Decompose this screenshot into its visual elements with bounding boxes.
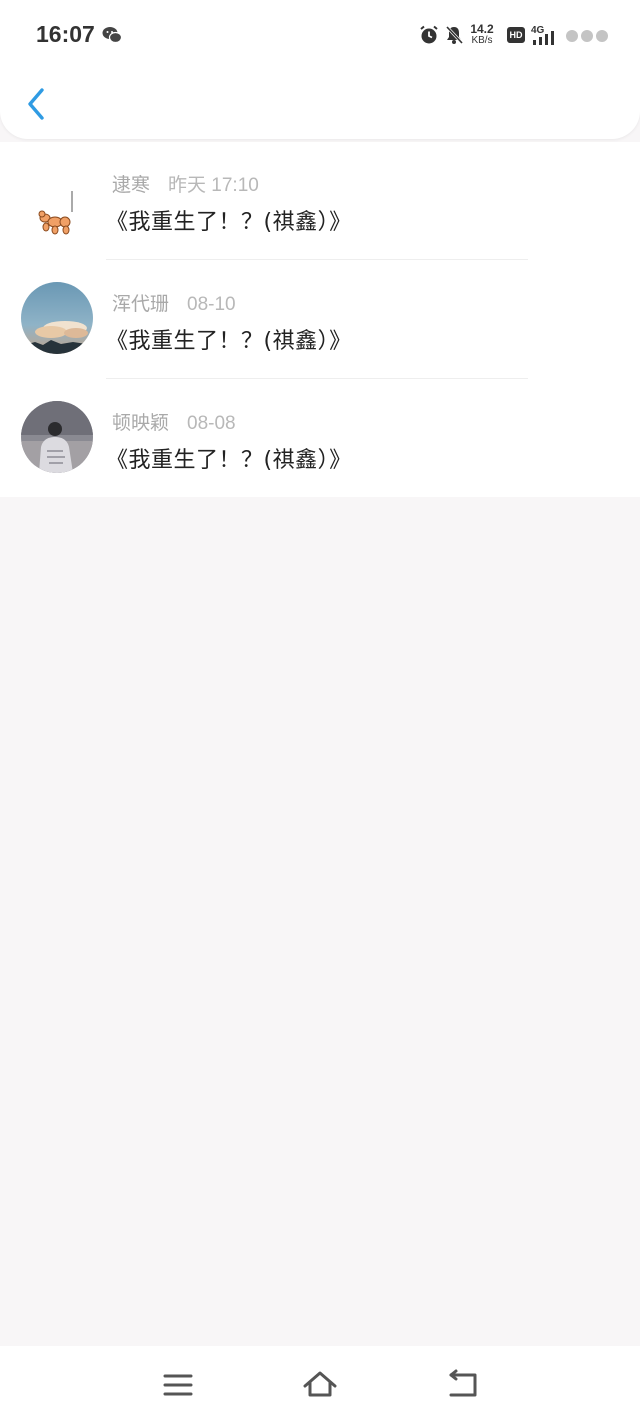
net-speed: 14.2 KB/s: [467, 23, 497, 47]
avatar[interactable]: [21, 282, 93, 354]
item-date: 昨天 17:10: [168, 175, 259, 196]
menu-icon: [163, 1374, 193, 1396]
wechat-icon: [102, 27, 122, 44]
status-time: 16:07: [36, 21, 95, 47]
list-item[interactable]: 浑代珊 08-10 《我重生了！？(祺鑫）》: [0, 261, 640, 380]
chevron-left-icon: [28, 88, 44, 120]
item-meta: 顿映颖 08-08: [112, 408, 236, 435]
balloon-dog-avatar: [21, 164, 93, 236]
list-item[interactable]: 顿映颖 08-08 《我重生了！？(祺鑫）》: [0, 380, 640, 499]
item-date: 08-08: [187, 413, 236, 434]
item-date: 08-10: [187, 294, 236, 315]
alarm-icon: [420, 25, 438, 44]
item-title[interactable]: 《我重生了！？(祺鑫）》: [106, 323, 352, 355]
bell-off-icon: [445, 25, 464, 45]
author-name[interactable]: 浑代珊: [112, 293, 169, 315]
comment-list: 逮寒 昨天 17:10 《我重生了！？(祺鑫）》 浑代珊 08-10 《我重生了…: [0, 142, 640, 497]
item-meta: 浑代珊 08-10: [112, 289, 236, 316]
home-icon: [303, 1371, 337, 1397]
person-back-avatar: [21, 401, 93, 473]
signal-4g-icon: 4G: [531, 25, 554, 45]
back-icon: [449, 1369, 477, 1397]
author-name[interactable]: 逮寒: [112, 174, 150, 196]
divider: [106, 259, 528, 260]
list-item[interactable]: 逮寒 昨天 17:10 《我重生了！？(祺鑫）》: [0, 142, 640, 261]
network-label: 4G: [531, 25, 545, 36]
avatar[interactable]: [21, 401, 93, 473]
item-title[interactable]: 《我重生了！？(祺鑫）》: [106, 442, 352, 474]
net-speed-unit: KB/s: [471, 35, 493, 46]
back-button[interactable]: [18, 84, 54, 124]
net-speed-value: 14.2: [470, 22, 494, 36]
divider: [106, 378, 528, 379]
header: 16:07 14.2 KB/s HD 4G: [0, 0, 640, 139]
battery-icon: [566, 30, 608, 42]
avatar[interactable]: [21, 164, 93, 236]
menu-button[interactable]: [158, 1368, 198, 1402]
system-nav-bar: [0, 1346, 640, 1422]
sky-clouds-avatar: [21, 282, 93, 354]
hd-icon: HD: [507, 27, 525, 43]
item-title[interactable]: 《我重生了！？(祺鑫）》: [106, 204, 352, 236]
author-name[interactable]: 顿映颖: [112, 412, 169, 434]
back-nav-button[interactable]: [442, 1368, 482, 1402]
home-button[interactable]: [300, 1368, 340, 1402]
item-meta: 逮寒 昨天 17:10: [112, 170, 259, 197]
